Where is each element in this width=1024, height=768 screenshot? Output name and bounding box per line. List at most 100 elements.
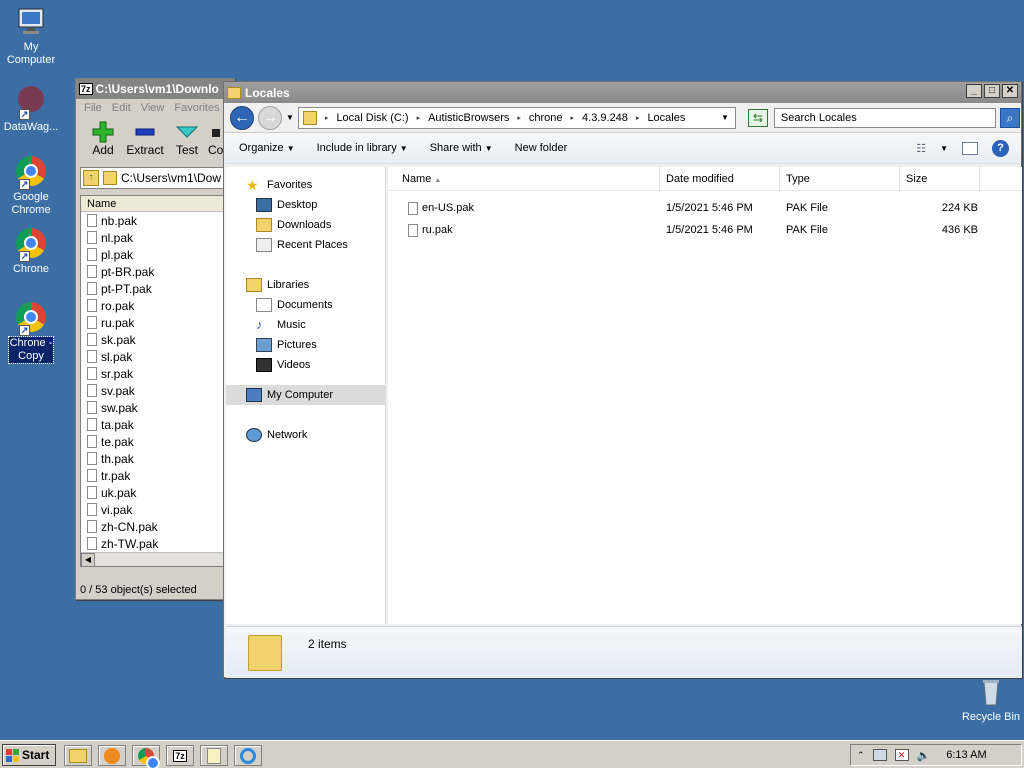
zip-file-row[interactable]: sw.pak	[81, 399, 231, 416]
7zip-address-bar[interactable]: ↑ C:\Users\vm1\Dow	[80, 167, 230, 189]
desktop-icon-google-chrome[interactable]: ↗ Google Chrome	[0, 156, 64, 217]
clock[interactable]: 6:13 AM	[946, 749, 986, 761]
address-dropdown-icon[interactable]: ▼	[721, 113, 729, 122]
desktop-icon-recycle-bin[interactable]: Recycle Bin	[958, 676, 1024, 724]
help-icon[interactable]: ?	[992, 139, 1009, 157]
nav-pictures[interactable]: Pictures	[226, 335, 385, 355]
maximize-button[interactable]: □	[984, 84, 1000, 98]
nav-favorites[interactable]: ★ Favorites	[226, 175, 385, 195]
zip-file-row[interactable]: vi.pak	[81, 501, 231, 518]
nav-network[interactable]: Network	[226, 425, 385, 445]
breadcrumb-locales[interactable]: Locales	[647, 112, 685, 124]
desktop-icon-chrone[interactable]: ↗ Chrone	[0, 228, 64, 276]
menu-edit[interactable]: Edit	[112, 102, 131, 114]
column-name[interactable]: Name ▲	[388, 167, 660, 190]
taskbar-explorer[interactable]	[64, 745, 92, 766]
folder-up-icon[interactable]: ↑	[83, 170, 99, 186]
taskbar-chrome[interactable]	[132, 745, 160, 768]
7zip-titlebar[interactable]: 7z C:\Users\vm1\Downlo	[76, 79, 234, 99]
taskbar-app[interactable]	[234, 745, 262, 766]
preview-pane-icon[interactable]	[962, 141, 978, 155]
extract-button[interactable]: Extract	[124, 121, 166, 161]
desktop-icon-my-computer[interactable]: My Computer	[0, 6, 64, 67]
7zip-window[interactable]: 7z C:\Users\vm1\Downlo File Edit View Fa…	[75, 78, 235, 600]
zip-file-row[interactable]: uk.pak	[81, 484, 231, 501]
view-dropdown-icon[interactable]: ▼	[940, 144, 948, 153]
zip-file-row[interactable]: sr.pak	[81, 365, 231, 382]
close-button[interactable]: ✕	[1002, 84, 1018, 98]
recent-pages-chevron-icon[interactable]: ▼	[286, 113, 294, 122]
nav-desktop[interactable]: Desktop	[226, 195, 385, 215]
address-bar[interactable]: ▸ Local Disk (C:) ▸ AutisticBrowsers ▸ c…	[297, 106, 736, 129]
chevron-right-icon[interactable]: ▸	[325, 114, 329, 122]
nav-my-computer[interactable]: My Computer	[226, 385, 385, 405]
nav-music[interactable]: ♪ Music	[226, 315, 385, 335]
scroll-left-icon[interactable]: ◀	[81, 553, 95, 566]
chevron-right-icon[interactable]: ▸	[636, 114, 640, 122]
network-tray-icon[interactable]	[872, 749, 887, 761]
zip-file-row[interactable]: sl.pak	[81, 348, 231, 365]
desktop-icon-datawag[interactable]: ↗ DataWag...	[0, 84, 64, 134]
breadcrumb-version[interactable]: 4.3.9.248	[582, 112, 628, 124]
chevron-right-icon[interactable]: ▸	[417, 114, 421, 122]
taskbar-notepad[interactable]	[200, 745, 228, 766]
explorer-window[interactable]: Locales _ □ ✕ ← → ▼ ▸ Local Disk (C:) ▸ …	[223, 81, 1022, 678]
show-hidden-icons-icon[interactable]: ⌃	[857, 750, 865, 761]
add-button[interactable]: Add	[82, 121, 124, 161]
volume-icon[interactable]: 🔈	[917, 749, 931, 762]
nav-videos[interactable]: Videos	[226, 355, 385, 375]
search-input[interactable]: Search Locales	[773, 107, 996, 128]
zip-file-row[interactable]: zh-CN.pak	[81, 518, 231, 535]
test-button[interactable]: Test	[166, 121, 208, 161]
breadcrumb-autisticbrowsers[interactable]: AutisticBrowsers	[428, 112, 509, 124]
horizontal-scrollbar[interactable]: ◀	[81, 552, 231, 566]
zip-file-row[interactable]: pt-PT.pak	[81, 280, 231, 297]
new-folder-button[interactable]: New folder	[515, 142, 568, 154]
search-icon[interactable]: ⌕	[999, 107, 1020, 128]
zip-file-row[interactable]: te.pak	[81, 433, 231, 450]
nav-documents[interactable]: Documents	[226, 295, 385, 315]
start-button[interactable]: Start	[2, 744, 56, 766]
taskbar-7zip[interactable]: 7z	[166, 745, 194, 766]
zip-file-row[interactable]: sk.pak	[81, 331, 231, 348]
column-date-modified[interactable]: Date modified	[660, 167, 780, 190]
breadcrumb-chrone[interactable]: chrone	[529, 112, 563, 124]
taskbar-media-player[interactable]	[98, 745, 126, 766]
file-row[interactable]: en-US.pak 1/5/2021 5:46 PM PAK File 224 …	[388, 197, 1022, 219]
action-center-icon[interactable]: ✕	[894, 749, 909, 761]
menu-file[interactable]: File	[84, 102, 102, 114]
zip-file-row[interactable]: tr.pak	[81, 467, 231, 484]
nav-libraries[interactable]: Libraries	[226, 275, 385, 295]
zip-file-row[interactable]: ro.pak	[81, 297, 231, 314]
zip-file-row[interactable]: nb.pak	[81, 212, 231, 229]
zip-file-row[interactable]: ru.pak	[81, 314, 231, 331]
organize-button[interactable]: Organize ▼	[239, 142, 295, 154]
column-size[interactable]: Size	[900, 167, 980, 190]
column-header-name[interactable]: Name	[81, 196, 231, 212]
zip-file-row[interactable]: th.pak	[81, 450, 231, 467]
desktop-icon-chrone-copy[interactable]: ↗ Chrone - Copy	[0, 302, 64, 364]
refresh-button[interactable]: ⇆	[747, 108, 768, 127]
breadcrumb-local-disk[interactable]: Local Disk (C:)	[336, 112, 408, 124]
explorer-titlebar[interactable]: Locales _ □ ✕	[224, 82, 1021, 103]
zip-file-row[interactable]: nl.pak	[81, 229, 231, 246]
nav-recent-places[interactable]: Recent Places	[226, 235, 385, 255]
view-options-icon[interactable]: ☷	[916, 142, 926, 155]
nav-downloads[interactable]: Downloads	[226, 215, 385, 235]
include-in-library-button[interactable]: Include in library ▼	[317, 142, 408, 154]
minimize-button[interactable]: _	[966, 84, 982, 98]
back-button[interactable]: ←	[230, 105, 254, 130]
zip-file-row[interactable]: pt-BR.pak	[81, 263, 231, 280]
zip-file-row[interactable]: pl.pak	[81, 246, 231, 263]
chevron-right-icon[interactable]: ▸	[517, 114, 521, 122]
zip-file-row[interactable]: ta.pak	[81, 416, 231, 433]
zip-file-row[interactable]: zh-TW.pak	[81, 535, 231, 552]
7zip-file-list[interactable]: Name nb.pak nl.pak pl.pak pt-BR.pak pt-PT.pa…	[80, 195, 232, 567]
zip-file-row[interactable]: sv.pak	[81, 382, 231, 399]
menu-view[interactable]: View	[141, 102, 165, 114]
forward-button[interactable]: →	[258, 105, 282, 130]
menu-favorites[interactable]: Favorites	[174, 102, 219, 114]
file-list[interactable]: Name ▲ Date modified Type Size en-US.pak…	[388, 167, 1022, 624]
file-row[interactable]: ru.pak 1/5/2021 5:46 PM PAK File 436 KB	[388, 219, 1022, 241]
chevron-right-icon[interactable]: ▸	[571, 114, 575, 122]
